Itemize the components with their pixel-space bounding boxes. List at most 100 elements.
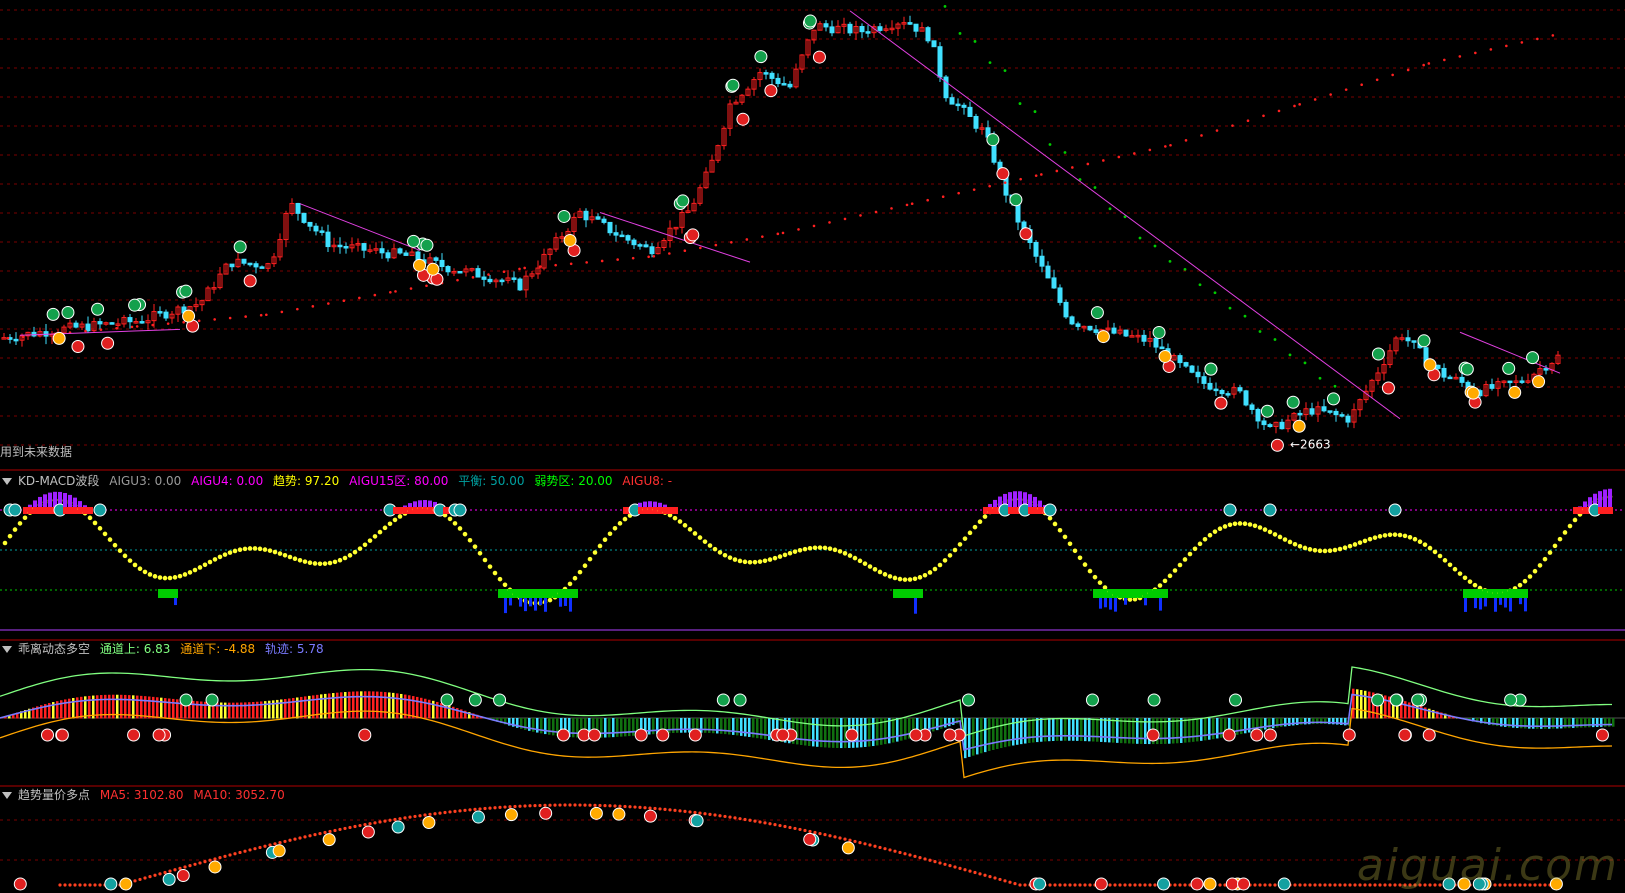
- kd-macd-panel[interactable]: [0, 488, 1625, 631]
- kd-red-block: [623, 507, 628, 514]
- hold-signal-badge: [1292, 419, 1306, 433]
- kd-dot: [897, 576, 903, 582]
- bias-bar: [320, 694, 323, 719]
- sell-signal-badge: [736, 112, 750, 126]
- vol-dot: [378, 820, 382, 824]
- kd-red-block: [23, 507, 28, 514]
- kd-badge: [1263, 503, 1277, 517]
- kd-dot: [942, 558, 948, 563]
- vol-dot: [358, 823, 362, 828]
- bias-bar: [168, 698, 171, 719]
- bias-bar: [1272, 718, 1275, 729]
- vol-dot: [1053, 883, 1057, 887]
- kd-blue-bar: [914, 598, 917, 614]
- chart-canvas[interactable]: ←2663: [0, 0, 1625, 893]
- kd-blue-bar: [524, 598, 527, 612]
- resistance-dot: [1333, 384, 1337, 388]
- kd-dot: [872, 567, 878, 572]
- vol-badge: [361, 825, 375, 839]
- support-dot: [1406, 68, 1410, 72]
- bias-bar: [1008, 718, 1011, 747]
- kd-dot: [1432, 549, 1438, 555]
- candle-body: [925, 27, 931, 42]
- bias-bar: [932, 718, 935, 732]
- kd-dot: [1537, 563, 1543, 568]
- candle-body: [229, 263, 235, 268]
- bias-bar: [1200, 718, 1203, 741]
- kd-dot: [1267, 529, 1273, 535]
- vol-ind-0: MA5: 3102.80: [99, 788, 184, 802]
- kd-blue-bar: [1099, 598, 1102, 609]
- bias-bar: [1556, 718, 1559, 729]
- vol-dot: [1128, 883, 1132, 887]
- kd-red-block: [1578, 507, 1583, 514]
- vol-dot: [923, 857, 927, 861]
- kd-dot: [1312, 548, 1318, 553]
- kd-dot: [1277, 534, 1283, 540]
- candle-body: [913, 23, 919, 32]
- support-dot: [1200, 134, 1203, 137]
- kd-dot: [817, 545, 823, 550]
- main-candle-panel[interactable]: [1, 0, 1561, 452]
- kd-dot: [1567, 523, 1573, 529]
- bias-bar: [1608, 718, 1611, 727]
- resistance-dot: [1213, 291, 1217, 295]
- bias-bar: [1104, 718, 1107, 743]
- kd-dot: [87, 515, 93, 521]
- kd-dot: [127, 558, 133, 563]
- support-dot: [1298, 103, 1301, 106]
- kd-dot: [737, 558, 743, 564]
- kd-dot: [362, 542, 368, 548]
- kd-bar: [1603, 489, 1607, 510]
- vol-dot: [1178, 883, 1182, 887]
- kd-dot: [1202, 536, 1208, 542]
- sell-signal-badge: [101, 336, 115, 350]
- vol-dot: [883, 847, 887, 851]
- collapse-icon[interactable]: [2, 646, 12, 653]
- kd-dot: [1382, 533, 1388, 538]
- bias-sell-badge: [1398, 728, 1412, 742]
- candle-body: [937, 46, 943, 78]
- kd-green-block: [1498, 589, 1503, 598]
- bias-panel[interactable]: [0, 666, 1625, 779]
- bias-bar: [872, 718, 875, 747]
- bias-bar: [1052, 718, 1055, 741]
- kd-blue-bar: [539, 598, 542, 606]
- resistance-dot: [1228, 306, 1232, 310]
- candle-body: [1249, 404, 1255, 410]
- kd-dot: [197, 565, 203, 570]
- support-dot: [84, 329, 87, 333]
- kd-green-block: [573, 589, 578, 598]
- candle-body: [403, 252, 409, 256]
- bias-bar: [572, 718, 575, 738]
- vol-dot: [1083, 883, 1087, 887]
- sell-signal-badge: [1019, 227, 1033, 241]
- volume-trend-panel[interactable]: [13, 803, 1563, 891]
- candle-body: [1141, 334, 1147, 342]
- vol-dot: [1058, 883, 1062, 887]
- support-dot: [1422, 63, 1425, 67]
- bias-bar: [332, 693, 335, 719]
- candle-body: [1057, 287, 1063, 303]
- collapse-icon[interactable]: [2, 478, 12, 485]
- vol-dot: [913, 854, 917, 858]
- resistance-dot: [1243, 314, 1247, 318]
- kd-red-block: [73, 507, 78, 514]
- support-dot: [373, 293, 377, 297]
- support-dot: [523, 266, 526, 270]
- candle-body: [1543, 368, 1549, 371]
- collapse-icon[interactable]: [2, 792, 12, 799]
- bias-sell-badge: [776, 728, 790, 742]
- kd-green-block: [1473, 589, 1478, 598]
- vol-badge: [539, 806, 553, 820]
- kd-dot: [227, 550, 233, 555]
- buy-signal-badge: [128, 298, 142, 312]
- sell-signal-badge: [71, 339, 85, 353]
- vol-badge: [1237, 877, 1251, 891]
- vol-dot: [98, 883, 102, 887]
- vol-dot: [1068, 883, 1072, 887]
- kd-green-block: [1158, 589, 1163, 598]
- kd-dot: [317, 561, 323, 567]
- candle-body: [877, 26, 883, 31]
- support-dot: [957, 191, 960, 195]
